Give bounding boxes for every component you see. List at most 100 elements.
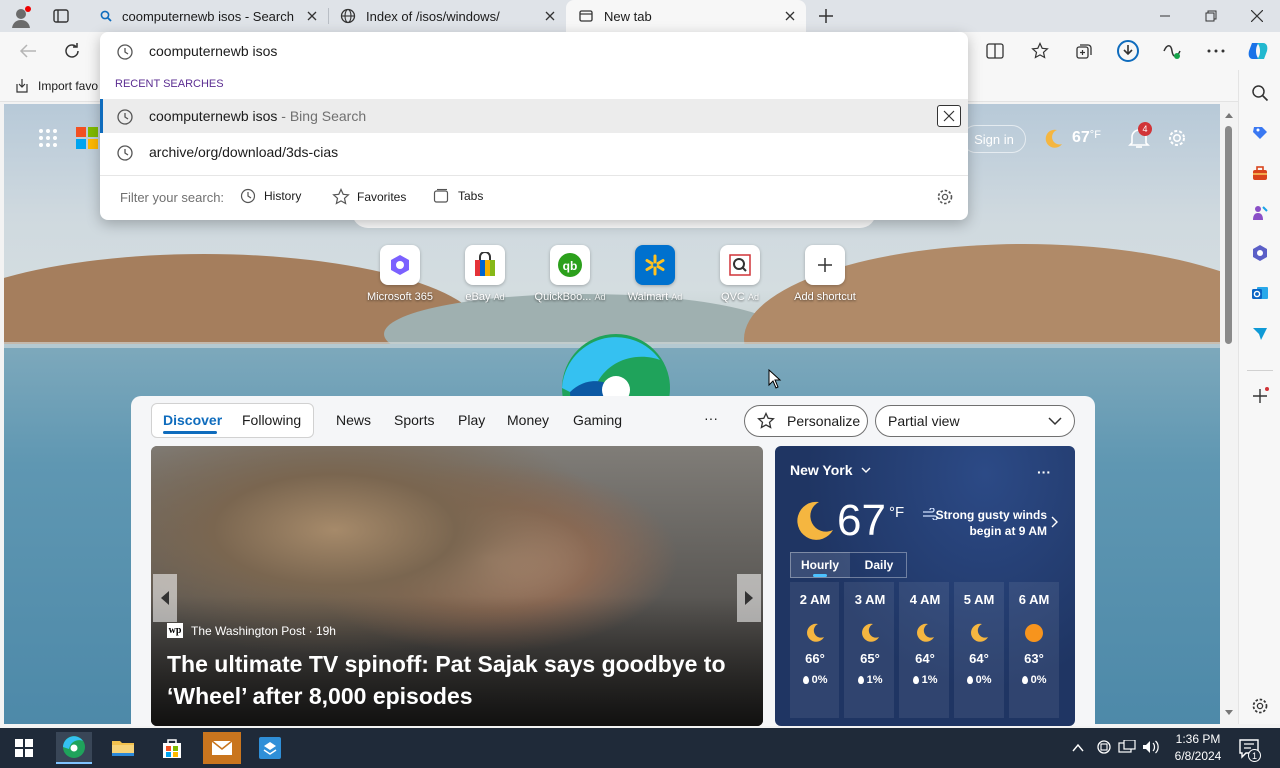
close-tab-icon[interactable] <box>542 8 558 24</box>
carousel-next-button[interactable] <box>737 574 761 622</box>
downloads-icon[interactable] <box>1115 38 1141 64</box>
weather-location[interactable]: New York <box>790 462 871 478</box>
taskbar-mail-button[interactable] <box>203 732 241 764</box>
taskbar-notif-count: 1 <box>1251 750 1257 761</box>
profile-icon[interactable] <box>10 6 32 28</box>
volume-icon[interactable] <box>1142 740 1160 754</box>
tab-discover[interactable]: Discover <box>163 412 222 428</box>
sidebar-search-icon[interactable] <box>1249 82 1271 104</box>
nav-more-button[interactable]: ··· <box>704 410 718 426</box>
sign-in-button[interactable]: Sign in <box>962 125 1026 153</box>
shortcut-ebay[interactable]: eBay Ad <box>440 245 530 303</box>
shortcut-microsoft-365[interactable]: Microsoft 365 <box>355 245 445 303</box>
moon-icon <box>791 498 835 542</box>
sidebar-shopping-icon[interactable] <box>1249 122 1271 144</box>
sidebar-outlook-icon[interactable] <box>1249 282 1271 304</box>
tab-daily[interactable]: Daily <box>851 552 907 578</box>
taskbar-file-explorer-button[interactable] <box>105 732 141 764</box>
back-icon[interactable] <box>18 43 38 59</box>
remove-suggestion-button[interactable] <box>937 105 961 127</box>
taskbar-store-button[interactable] <box>154 732 190 764</box>
show-hidden-icons-icon[interactable] <box>1072 742 1084 754</box>
network-icon[interactable] <box>1118 740 1136 754</box>
raindrop-icon <box>1021 676 1028 684</box>
tab-title: New tab <box>604 8 652 24</box>
import-favorites-link[interactable]: Import favo <box>14 78 98 94</box>
suggestion-row[interactable]: archive/org/download/3ds-cias <box>100 135 968 169</box>
collections-icon[interactable] <box>1071 38 1097 64</box>
nav-money[interactable]: Money <box>507 412 549 428</box>
split-screen-icon[interactable] <box>982 38 1008 64</box>
scrollbar-thumb[interactable] <box>1225 126 1232 344</box>
tabs-icon <box>433 188 449 203</box>
sidebar-copilot-apps-icon[interactable] <box>1249 242 1271 264</box>
sparkle-star-icon <box>757 412 775 429</box>
hero-news-card[interactable]: wp The Washington Post · 19h The ultimat… <box>151 446 763 726</box>
sidebar-add-icon[interactable] <box>1249 385 1271 407</box>
view-mode-select[interactable]: Partial view <box>875 405 1075 437</box>
hour-time: 6 AM <box>1018 592 1050 607</box>
weather-alert[interactable]: Strong gusty winds begin at 9 AM <box>935 507 1047 539</box>
shortcut-qvc[interactable]: QVC Ad <box>695 245 785 303</box>
filter-favorites[interactable]: Favorites <box>332 188 406 206</box>
hour-time: 2 AM <box>799 592 831 607</box>
shortcut-quickbooks[interactable]: qb QuickBoo... Ad <box>525 245 615 303</box>
tab-index[interactable]: Index of /isos/windows/ <box>328 0 566 32</box>
new-tab-button[interactable] <box>816 6 836 26</box>
filter-history[interactable]: History <box>240 188 301 204</box>
close-tab-icon[interactable] <box>782 8 798 24</box>
nav-sports[interactable]: Sports <box>394 412 434 428</box>
sidebar-games-icon[interactable] <box>1249 202 1271 224</box>
sidebar-send-icon[interactable] <box>1249 322 1271 344</box>
tray-app-icon[interactable] <box>1096 739 1112 755</box>
performance-icon[interactable] <box>1159 38 1185 64</box>
more-options-icon[interactable] <box>1203 38 1229 64</box>
star-icon <box>332 188 350 205</box>
address-bar-input[interactable]: coomputernewb isos <box>100 34 968 68</box>
hero-headline[interactable]: The ultimate TV spinoff: Pat Sajak says … <box>167 648 737 712</box>
close-tab-icon[interactable] <box>304 8 320 24</box>
clock[interactable]: 1:36 PM 6/8/2024 <box>1168 731 1228 765</box>
copilot-icon[interactable] <box>1245 38 1271 64</box>
raindrop-icon <box>802 676 809 684</box>
scroll-up-icon[interactable] <box>1221 108 1237 122</box>
nav-play[interactable]: Play <box>458 412 485 428</box>
apps-launcher-icon[interactable] <box>38 128 58 148</box>
app-icon <box>259 737 281 759</box>
chevron-down-icon <box>861 467 871 473</box>
shortcut-walmart[interactable]: Walmart Ad <box>610 245 700 303</box>
suggestion-row[interactable]: coomputernewb isos - Bing Search <box>100 99 968 133</box>
search-settings-icon[interactable] <box>936 188 954 206</box>
personalize-button[interactable]: Personalize <box>744 405 868 437</box>
taskbar-app-button[interactable] <box>252 732 288 764</box>
page-settings-icon[interactable] <box>1166 127 1188 149</box>
header-weather[interactable]: 67 °F <box>1042 126 1101 150</box>
favorites-star-icon[interactable] <box>1027 38 1053 64</box>
sidebar-settings-icon[interactable] <box>1249 695 1271 717</box>
sidebar-tools-icon[interactable] <box>1249 162 1271 184</box>
filter-tabs[interactable]: Tabs <box>433 188 483 204</box>
chevron-right-icon[interactable] <box>1051 516 1059 528</box>
page-scrollbar[interactable] <box>1221 104 1237 724</box>
nav-news[interactable]: News <box>336 412 371 428</box>
refresh-icon[interactable] <box>62 41 82 61</box>
plus-icon <box>818 258 832 272</box>
location-label: New York <box>790 462 853 478</box>
close-window-button[interactable] <box>1234 0 1280 32</box>
tab-actions-icon[interactable] <box>52 7 70 25</box>
suggestion-text: coomputernewb isos <box>149 108 278 124</box>
tab-new[interactable]: New tab <box>566 0 806 32</box>
taskbar-edge-button[interactable] <box>56 732 92 764</box>
carousel-prev-button[interactable] <box>153 574 177 622</box>
start-button[interactable] <box>6 732 42 764</box>
restore-button[interactable] <box>1188 0 1234 32</box>
ad-label: Ad <box>493 292 505 302</box>
weather-more-icon[interactable]: ··· <box>1037 464 1051 480</box>
tab-search[interactable]: coomputernewb isos - Search <box>88 0 328 32</box>
minimize-button[interactable] <box>1142 0 1188 32</box>
add-shortcut-button[interactable]: Add shortcut <box>780 245 870 303</box>
scroll-down-icon[interactable] <box>1221 706 1237 720</box>
nav-gaming[interactable]: Gaming <box>573 412 622 428</box>
tab-following[interactable]: Following <box>242 412 301 428</box>
source-logo-icon: wp <box>167 623 183 638</box>
